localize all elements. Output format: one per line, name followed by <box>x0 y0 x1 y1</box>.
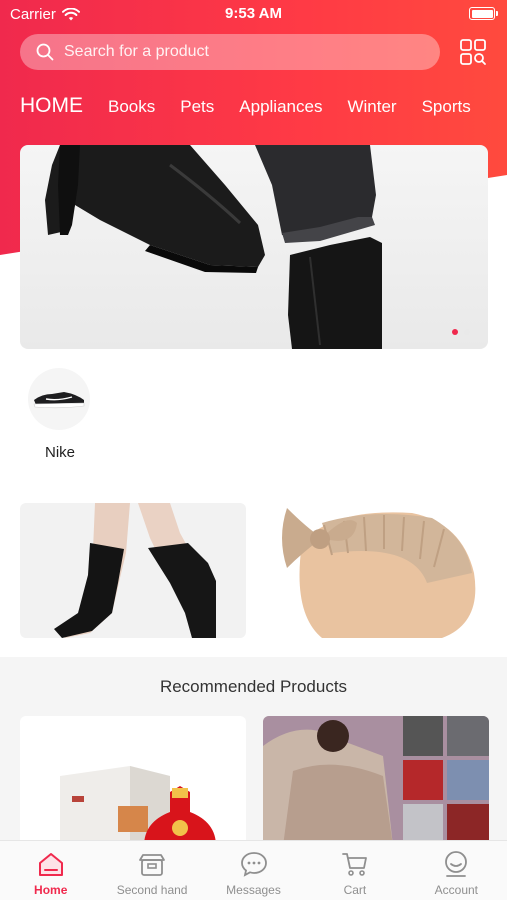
box-icon <box>139 854 166 876</box>
sneaker-icon <box>33 392 85 409</box>
tab-appliances[interactable]: Appliances <box>239 97 322 117</box>
search-icon <box>36 43 54 61</box>
tab-books[interactable]: Books <box>108 97 155 117</box>
tab-sports[interactable]: Sports <box>422 97 471 117</box>
tabbar-account[interactable]: Account <box>406 841 507 900</box>
brand-logo <box>28 368 90 430</box>
product-image-loungewear <box>263 716 489 846</box>
search-row: Search for a product <box>20 34 487 70</box>
category-tabs: HOME Books Pets Appliances Winter Sports <box>20 94 507 122</box>
status-bar: Carrier 9:53 AM <box>0 0 507 28</box>
socks-image <box>54 503 216 638</box>
product-card[interactable] <box>20 716 246 846</box>
tabbar-messages-label: Messages <box>226 883 281 897</box>
account-icon <box>445 851 468 877</box>
chat-icon <box>240 852 267 877</box>
tabbar-account-label: Account <box>434 883 478 897</box>
banner-image <box>45 145 382 349</box>
recommended-title: Recommended Products <box>159 677 348 696</box>
brand-item[interactable]: Nike <box>28 368 92 461</box>
carousel-indicator <box>452 329 470 335</box>
search-placeholder: Search for a product <box>64 43 209 60</box>
tab-winter[interactable]: Winter <box>347 97 396 117</box>
headband-image <box>282 508 476 638</box>
tabbar-home-label: Home <box>34 883 68 897</box>
cart-icon <box>342 853 367 876</box>
tabbar-second-hand-label: Second hand <box>116 883 188 897</box>
tabbar-second-hand[interactable]: Second hand <box>101 841 202 900</box>
product-card[interactable] <box>263 716 489 846</box>
tabbar-messages[interactable]: Messages <box>203 841 304 900</box>
scan-icon[interactable] <box>459 38 487 66</box>
home-icon <box>38 853 63 876</box>
promo-tile-socks[interactable] <box>20 503 246 638</box>
carousel-dot-active[interactable] <box>452 329 458 335</box>
tab-pets[interactable]: Pets <box>180 97 214 117</box>
bottom-tab-bar: Home Second hand Messages Cart Account <box>0 840 507 900</box>
clock: 9:53 AM <box>225 5 282 22</box>
battery-icon <box>469 7 498 20</box>
tabbar-home[interactable]: Home <box>0 841 101 900</box>
search-input[interactable]: Search for a product <box>20 34 440 70</box>
product-image-liquor <box>60 766 216 846</box>
banner-carousel[interactable] <box>20 145 488 349</box>
carousel-dot[interactable] <box>464 329 470 335</box>
brand-name: Nike <box>44 444 75 461</box>
tabbar-cart-label: Cart <box>343 883 367 897</box>
promo-tile-headband[interactable] <box>262 503 488 638</box>
tabbar-cart[interactable]: Cart <box>304 841 405 900</box>
tab-home[interactable]: HOME <box>20 94 83 118</box>
